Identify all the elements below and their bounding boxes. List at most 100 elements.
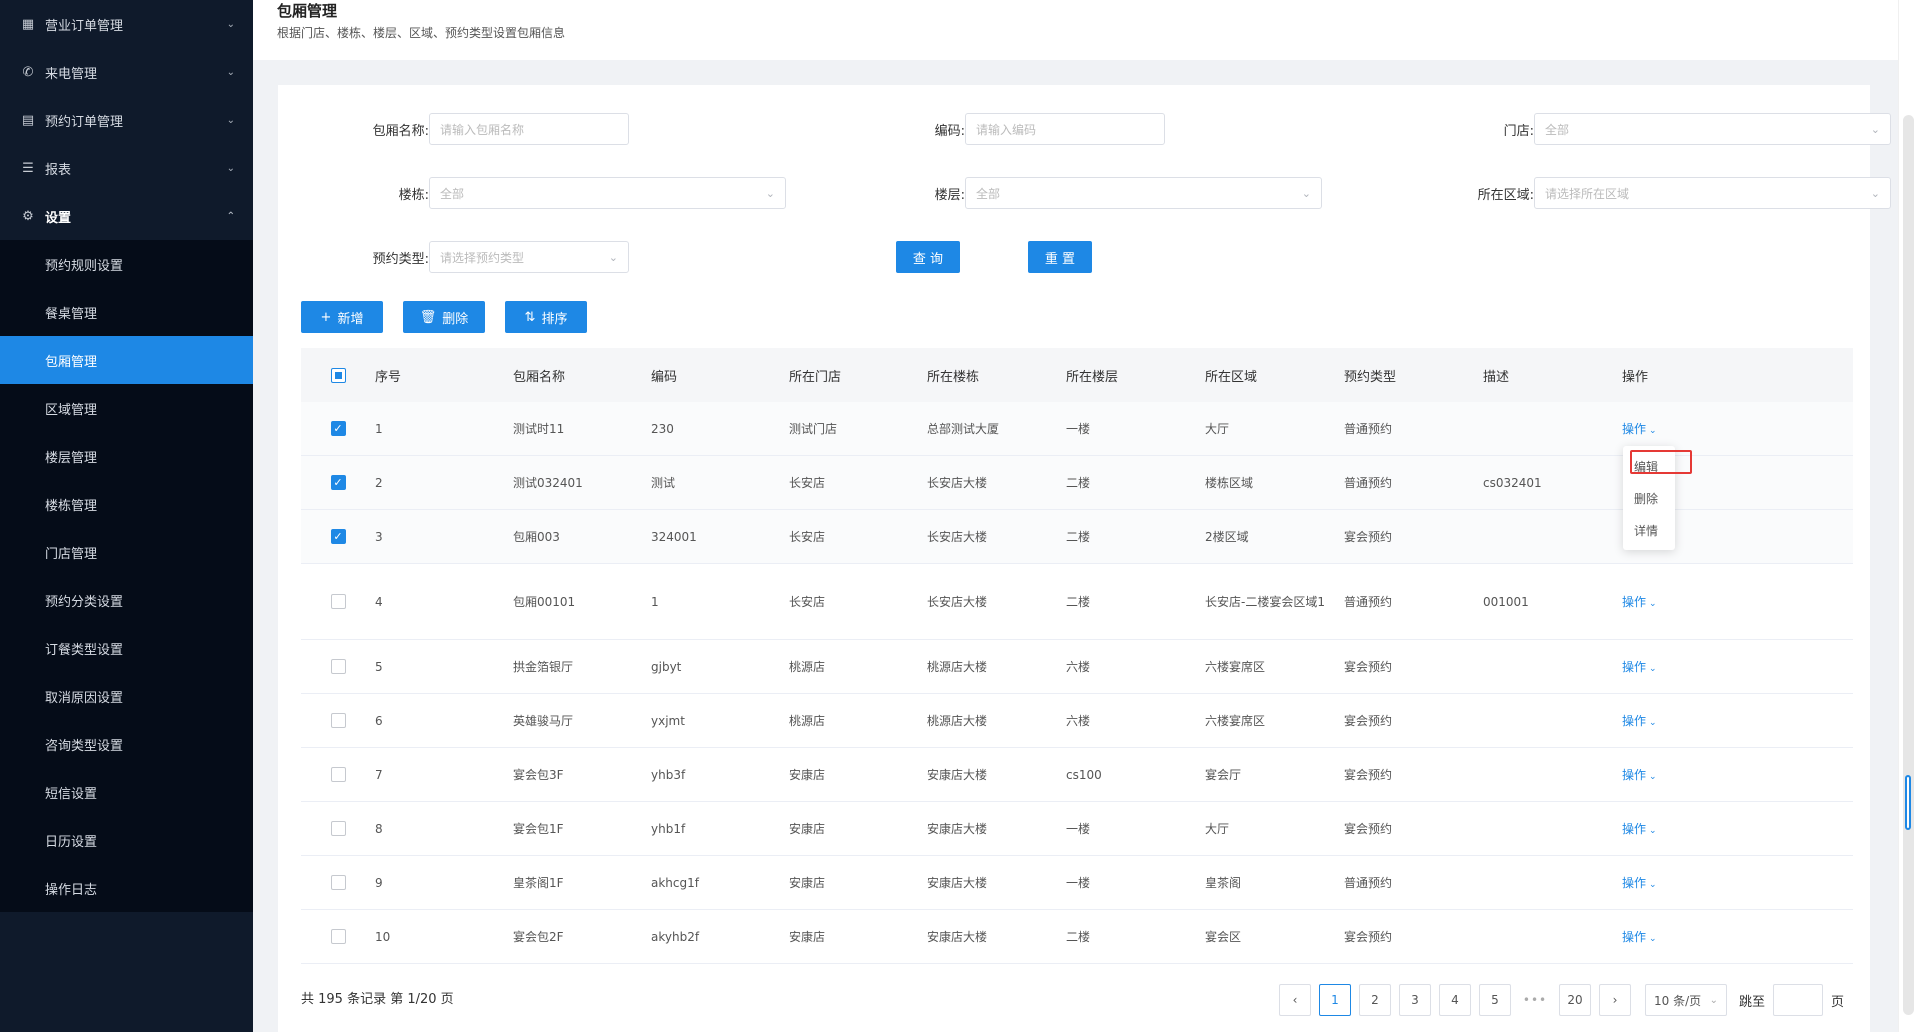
table-row[interactable]: ✓ 3 包厢003 324001 长安店 长安店大楼 二楼 2楼区域 宴会预约: [301, 510, 1853, 564]
cell-floor: 二楼: [1066, 530, 1091, 544]
cell-building: 安康店大楼: [927, 768, 988, 782]
cell-name: 测试032401: [513, 476, 583, 490]
row-actions-link[interactable]: 操作 ⌄: [1622, 768, 1657, 782]
page-last[interactable]: 20: [1559, 984, 1591, 1016]
row-actions-link[interactable]: 操作 ⌄: [1622, 595, 1657, 609]
dropdown-delete[interactable]: 删除: [1623, 482, 1675, 514]
reservation-type-select[interactable]: 请选择预约类型 ⌄: [429, 241, 629, 273]
row-checkbox[interactable]: ✓: [330, 475, 346, 490]
table-row[interactable]: 5 拱金箔银厅 gjbyt 桃源店 桃源店大楼 六楼 六楼宴席区 宴会预约 操作 ⌄: [301, 640, 1853, 694]
reset-button[interactable]: 重 置: [1028, 241, 1092, 273]
row-actions-link[interactable]: 操作 ⌄: [1622, 714, 1657, 728]
scroll-thumb[interactable]: [1905, 775, 1911, 830]
row-actions-link[interactable]: 操作 ⌄: [1622, 822, 1657, 836]
sidebar-item-operation-log[interactable]: 操作日志: [0, 864, 253, 912]
sidebar-item-tables[interactable]: 餐桌管理: [0, 288, 253, 336]
cell-type: 宴会预约: [1344, 714, 1393, 728]
query-button[interactable]: 查 询: [896, 241, 960, 273]
floor-value: 全部: [976, 186, 1001, 201]
row-actions-cell: 操作 ⌄: [1622, 766, 1761, 783]
dropdown-detail[interactable]: 详情: [1623, 514, 1675, 546]
cell-floor: 一楼: [1066, 422, 1091, 436]
area-select[interactable]: 请选择所在区域 ⌄: [1534, 177, 1891, 209]
actions-label: 操作: [1622, 595, 1647, 609]
menu-call-management[interactable]: ✆ 来电管理 ⌄: [0, 48, 253, 96]
row-checkbox[interactable]: [330, 659, 346, 674]
menu-settings[interactable]: ⚙ 设置 ⌃: [0, 192, 253, 240]
page-3[interactable]: 3: [1399, 984, 1431, 1016]
menu-reports[interactable]: ☰ 报表 ⌄: [0, 144, 253, 192]
ellipsis[interactable]: •••: [1519, 984, 1551, 1016]
row-actions-link[interactable]: 操作 ⌄: [1622, 660, 1657, 674]
sidebar-item-meal-types[interactable]: 订餐类型设置: [0, 624, 253, 672]
floor-select[interactable]: 全部 ⌄: [965, 177, 1322, 209]
reservation-type-label: 预约类型:: [372, 251, 429, 267]
table-row[interactable]: 9 皇茶阁1F akhcg1f 安康店 安康店大楼 一楼 皇茶阁 普通预约 操作 ⌄: [301, 856, 1853, 910]
row-actions-link[interactable]: 操作 ⌄: [1622, 930, 1657, 944]
cell-name: 皇茶阁1F: [513, 876, 564, 890]
chevron-down-icon: ⌄: [1649, 826, 1657, 836]
sidebar-item-private-rooms[interactable]: 包厢管理: [0, 336, 253, 384]
actions-label: 操作: [1622, 660, 1647, 674]
row-checkbox[interactable]: [330, 929, 346, 944]
building-select[interactable]: 全部 ⌄: [429, 177, 786, 209]
row-checkbox[interactable]: [330, 875, 346, 890]
code-input[interactable]: 请输入编码: [965, 113, 1165, 145]
next-page-button[interactable]: ›: [1599, 984, 1631, 1016]
cell-store: 长安店: [789, 476, 826, 490]
row-checkbox[interactable]: ✓: [330, 421, 346, 436]
filter-store: 门店: 全部 ⌄: [1418, 113, 1891, 145]
scrollbar[interactable]: [1898, 0, 1917, 1032]
cell-name: 拱金箔银厅: [513, 660, 574, 674]
page-4[interactable]: 4: [1439, 984, 1471, 1016]
sidebar-item-buildings[interactable]: 楼栋管理: [0, 480, 253, 528]
cell-building: 长安店大楼: [927, 595, 988, 609]
menu-business-orders[interactable]: ▦ 营业订单管理 ⌄: [0, 0, 253, 48]
sidebar-item-reservation-categories[interactable]: 预约分类设置: [0, 576, 253, 624]
cell-code: 324001: [651, 529, 697, 544]
sidebar-item-floors[interactable]: 楼层管理: [0, 432, 253, 480]
table-row[interactable]: 4 包厢00101 1 长安店 长安店大楼 二楼 长安店-二楼宴会区域1 普通预约 001001…: [301, 564, 1853, 640]
row-checkbox[interactable]: [330, 594, 346, 609]
add-button[interactable]: + 新增: [301, 301, 383, 333]
row-checkbox[interactable]: ✓: [330, 529, 346, 544]
sidebar-item-reservation-rules[interactable]: 预约规则设置: [0, 240, 253, 288]
table-row[interactable]: 6 英雄骏马厅 yxjmt 桃源店 桃源店大楼 六楼 六楼宴席区 宴会预约 操作 ⌄: [301, 694, 1853, 748]
cell-area: 六楼宴席区: [1205, 659, 1266, 674]
row-checkbox[interactable]: [330, 713, 346, 728]
sidebar-item-sms[interactable]: 短信设置: [0, 768, 253, 816]
sidebar-item-areas[interactable]: 区域管理: [0, 384, 253, 432]
store-select[interactable]: 全部 ⌄: [1534, 113, 1891, 145]
sidebar-item-cancel-reasons[interactable]: 取消原因设置: [0, 672, 253, 720]
select-all-checkbox[interactable]: [330, 367, 346, 383]
cell-floor: cs100: [1066, 767, 1102, 782]
cell-name: 宴会包3F: [513, 768, 564, 782]
prev-page-button[interactable]: ‹: [1279, 984, 1311, 1016]
table-row[interactable]: 8 宴会包1F yhb1f 安康店 安康店大楼 一楼 大厅 宴会预约 操作 ⌄: [301, 802, 1853, 856]
table-row[interactable]: ✓ 2 测试032401 测试 长安店 长安店大楼 二楼 楼栋区域 普通预约 cs032401: [301, 456, 1853, 510]
row-actions-link[interactable]: 操作 ⌄: [1622, 876, 1657, 890]
chevron-down-icon: ⌄: [1649, 880, 1657, 890]
page-1[interactable]: 1: [1319, 984, 1351, 1016]
table-row[interactable]: 10 宴会包2F akyhb2f 安康店 安康店大楼 二楼 宴会区 宴会预约 操作 ⌄: [301, 910, 1853, 964]
row-checkbox[interactable]: [330, 821, 346, 836]
table-row[interactable]: ✓ 1 测试时11 230 测试门店 总部测试大厦 一楼 大厅 普通预约 操作 ⌄: [301, 402, 1853, 456]
page-5[interactable]: 5: [1479, 984, 1511, 1016]
row-actions-link[interactable]: 操作 ⌄: [1622, 422, 1657, 436]
sidebar-item-stores[interactable]: 门店管理: [0, 528, 253, 576]
page-2[interactable]: 2: [1359, 984, 1391, 1016]
sidebar-item-inquiry-types[interactable]: 咨询类型设置: [0, 720, 253, 768]
page-size-select[interactable]: 10 条/页 ⌄: [1645, 984, 1727, 1016]
jump-page-input[interactable]: [1773, 984, 1824, 1016]
pagination: ‹ 1 2 3 4 5 ••• 20 › 10 条/页 ⌄ 跳至 页: [1279, 984, 1844, 1016]
room-name-input[interactable]: 请输入包厢名称: [429, 113, 629, 145]
menu-reservation-orders[interactable]: ▤ 预约订单管理 ⌄: [0, 96, 253, 144]
cell-type: 普通预约: [1344, 422, 1393, 436]
cell-type: 普通预约: [1344, 876, 1393, 890]
cell-building: 安康店大楼: [927, 930, 988, 944]
sidebar-item-calendar[interactable]: 日历设置: [0, 816, 253, 864]
row-checkbox[interactable]: [330, 767, 346, 782]
sort-button[interactable]: ⇅ 排序: [505, 301, 587, 333]
table-row[interactable]: 7 宴会包3F yhb3f 安康店 安康店大楼 cs100 宴会厅 宴会预约 操作 ⌄: [301, 748, 1853, 802]
delete-button[interactable]: 🗑 删除: [403, 301, 485, 333]
